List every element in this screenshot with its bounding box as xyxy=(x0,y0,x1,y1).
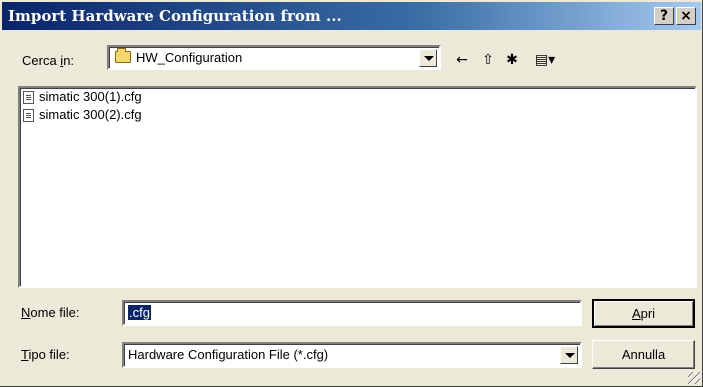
cancel-button[interactable]: Annulla xyxy=(592,340,695,369)
file-list[interactable]: simatic 300(1).cfg simatic 300(2).cfg xyxy=(18,86,697,288)
open-button[interactable]: Apri xyxy=(592,299,695,328)
up-folder-icon[interactable]: ⇧ xyxy=(478,50,498,70)
filename-value: .cfg xyxy=(128,305,151,320)
title-bar[interactable]: Import Hardware Configuration from ... ?… xyxy=(2,2,701,30)
folder-icon xyxy=(115,48,131,63)
filename-input[interactable]: .cfg xyxy=(122,300,582,326)
new-folder-icon[interactable]: ✱ xyxy=(502,50,522,70)
back-icon[interactable]: ← xyxy=(452,50,472,70)
window-title: Import Hardware Configuration from ... xyxy=(8,7,342,25)
look-in-value: HW_Configuration xyxy=(136,50,243,65)
filetype-dropdown-button[interactable] xyxy=(560,346,578,364)
look-in-combo[interactable]: HW_Configuration xyxy=(107,45,441,70)
resize-grip[interactable] xyxy=(688,372,700,384)
filetype-label: Tipo file: xyxy=(21,347,70,362)
view-menu-icon[interactable]: ▤▾ xyxy=(528,50,562,70)
cfg-file-icon xyxy=(23,109,34,122)
file-name: simatic 300(2).cfg xyxy=(39,107,142,122)
file-name: simatic 300(1).cfg xyxy=(39,89,142,104)
help-button[interactable]: ? xyxy=(654,7,674,25)
filetype-value: Hardware Configuration File (*.cfg) xyxy=(128,347,329,362)
filename-label: Nome file: xyxy=(21,305,80,320)
cfg-file-icon xyxy=(23,91,34,104)
import-dialog: Import Hardware Configuration from ... ?… xyxy=(0,0,703,387)
look-in-dropdown-button[interactable] xyxy=(419,49,437,67)
close-button[interactable]: × xyxy=(676,7,696,25)
look-in-label: Cerca in: xyxy=(22,53,75,68)
filetype-combo[interactable]: Hardware Configuration File (*.cfg) xyxy=(122,342,582,368)
